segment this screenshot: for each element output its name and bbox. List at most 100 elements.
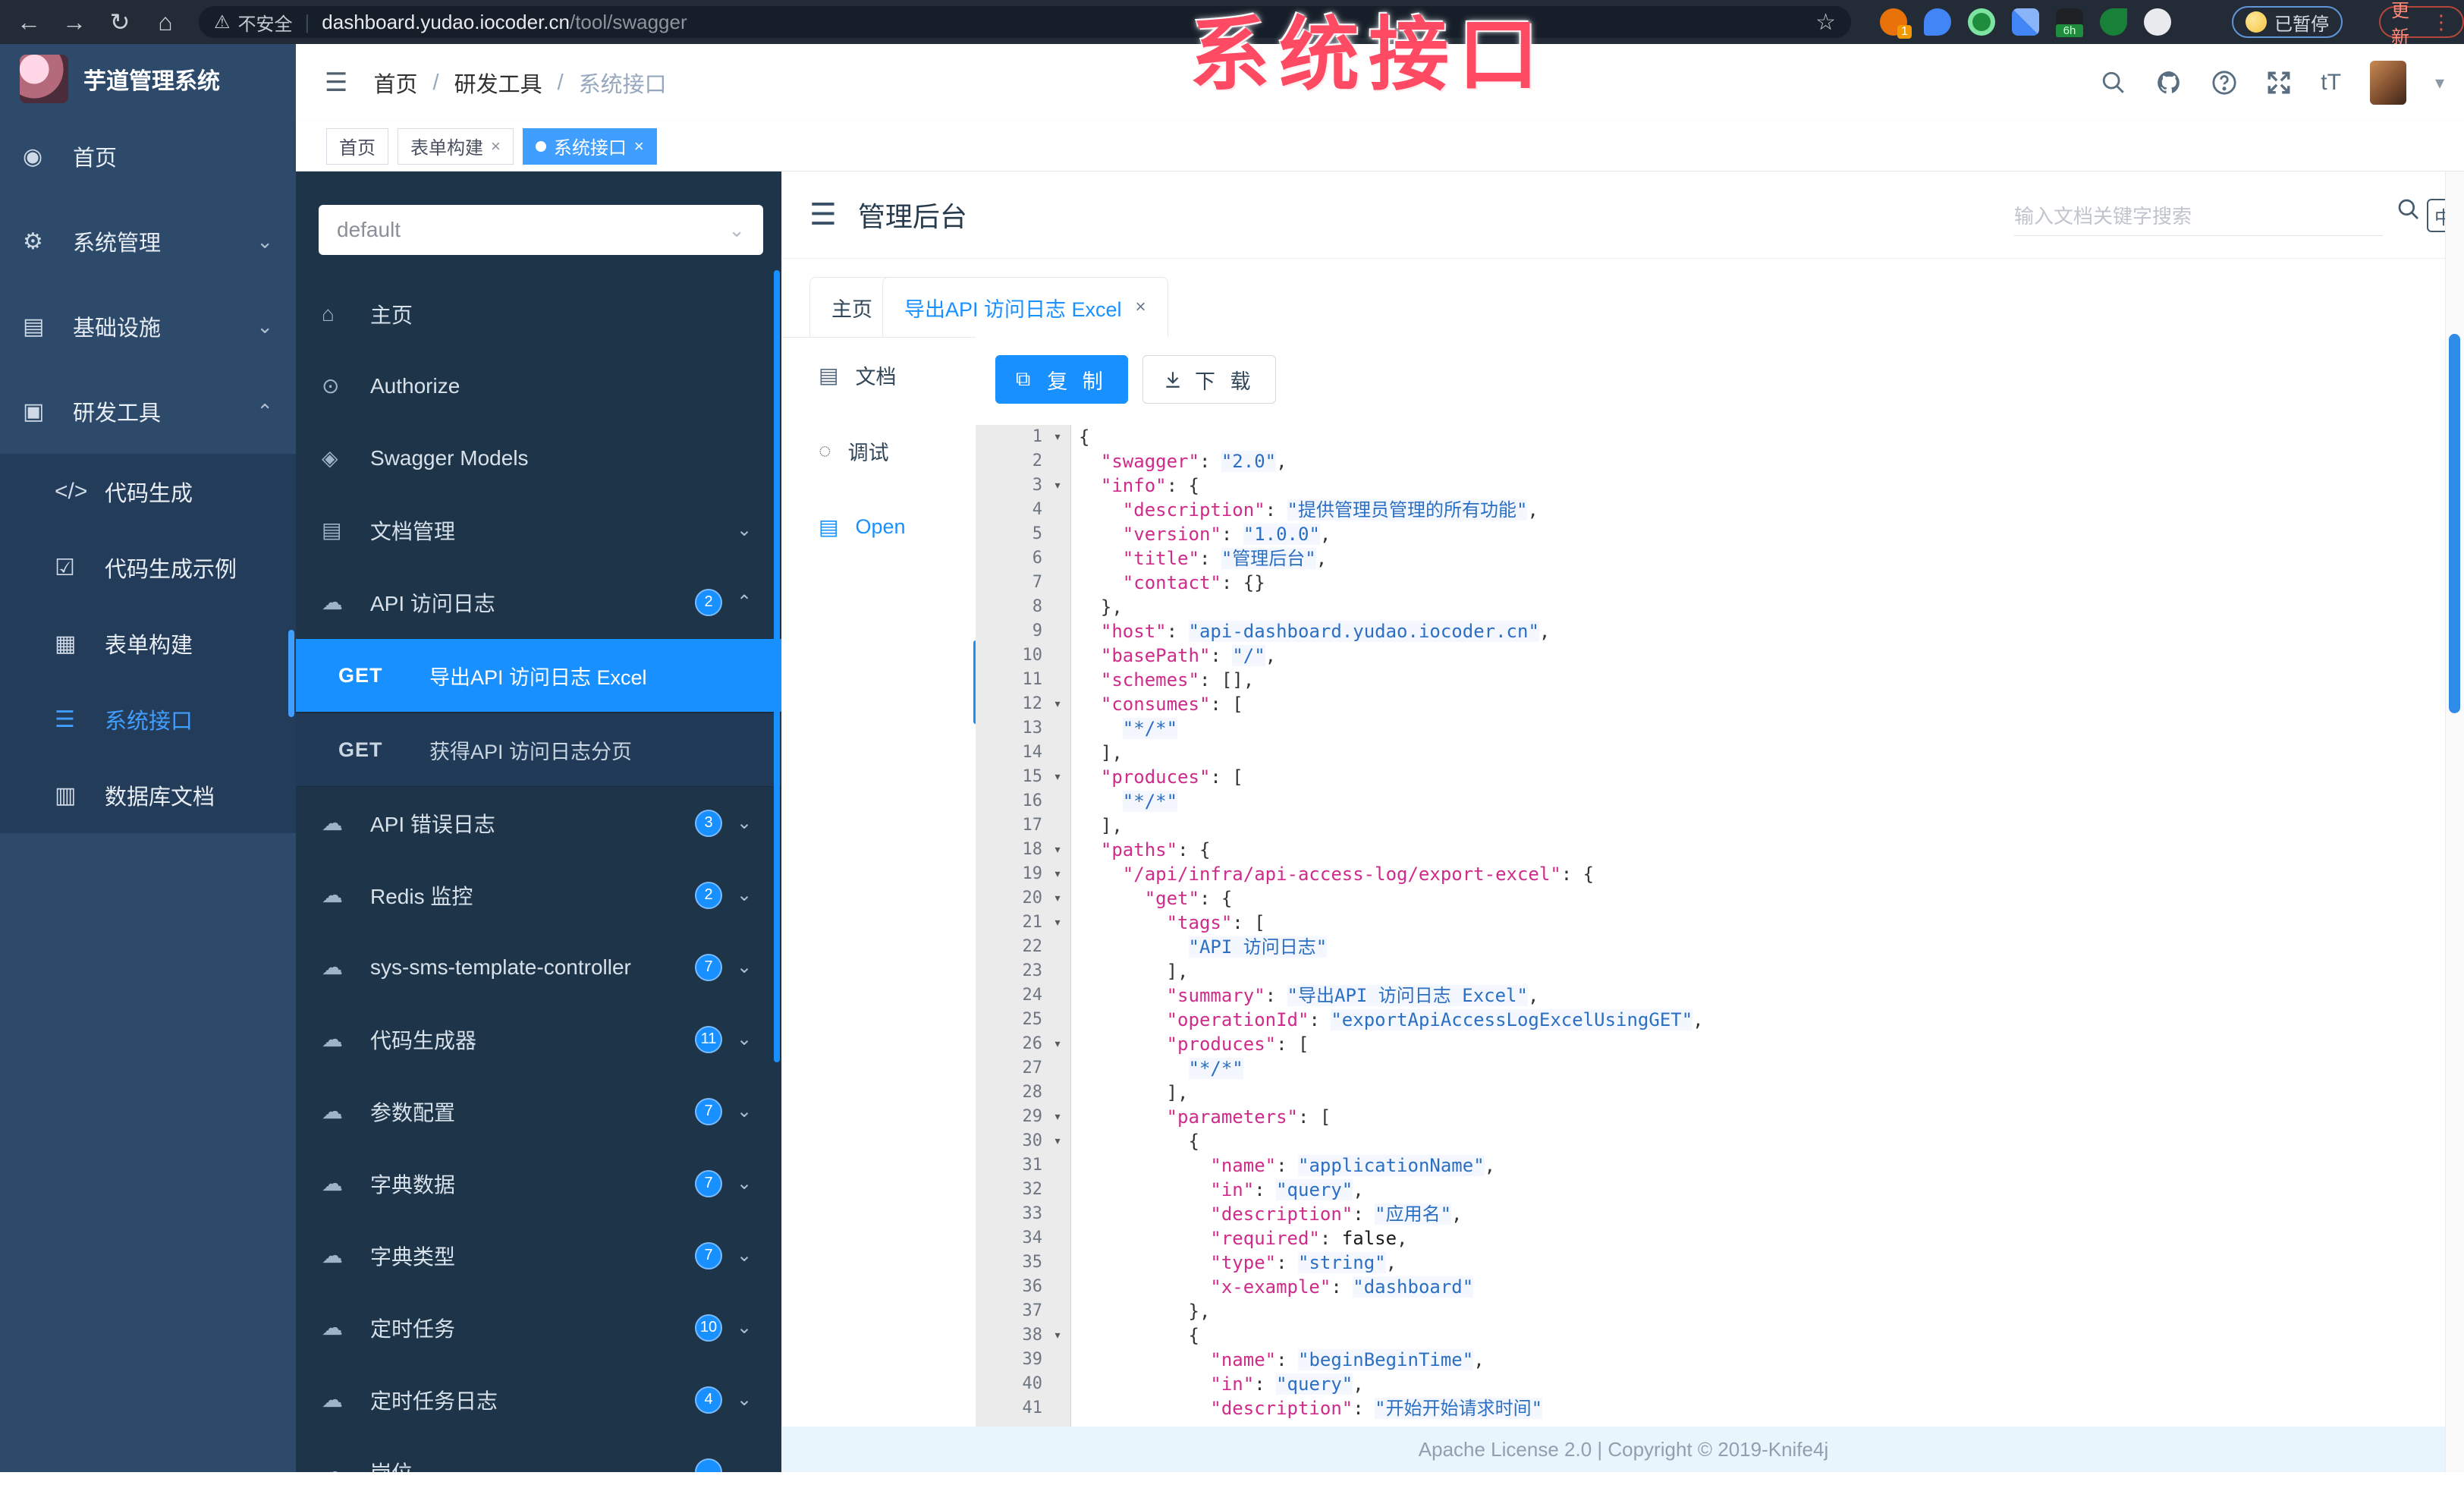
tab-export-api-log[interactable]: 导出API 访问日志 Excel × xyxy=(882,277,1168,338)
code-generate-icon: </> xyxy=(55,479,88,504)
fullscreen-icon[interactable] xyxy=(2266,70,2292,96)
operation-count-badge: 7 xyxy=(695,1097,722,1125)
code-line: 7 "contact": {} xyxy=(1032,572,1265,593)
api-menu-item-k-post[interactable]: ☁ 岗位 xyxy=(296,1436,781,1472)
breadcrumb-devtools[interactable]: 研发工具 xyxy=(454,67,542,99)
api-menu-item-k-sms-template[interactable]: ☁ sys-sms-template-controller 7 ⌄ xyxy=(296,931,781,1003)
doc-menu-open[interactable]: ▤ Open xyxy=(782,489,976,565)
api-menu-item-k-api-access-log[interactable]: ☁ API 访问日志 2 ⌃ xyxy=(296,566,781,638)
api-menu-item-k-swagger-models[interactable]: ◈ Swagger Models xyxy=(296,422,781,494)
extension-orange-icon[interactable]: 1 xyxy=(1880,8,1912,39)
breadcrumb-home[interactable]: 首页 xyxy=(373,67,417,99)
address-bar[interactable]: ⚠ 不安全 | dashboard.yudao.iocoder.cn /tool… xyxy=(199,6,1851,38)
doc-menu-doc[interactable]: ▤ 文档 xyxy=(782,337,976,413)
extension-6h-icon[interactable]: 6h xyxy=(2056,8,2083,37)
close-icon[interactable]: × xyxy=(1136,297,1146,318)
debug-icon: ◌ xyxy=(819,439,831,462)
browser-back-icon[interactable]: ← xyxy=(12,5,46,39)
sidebar-subitem-db-doc[interactable]: ▥ 数据库文档 xyxy=(0,757,296,833)
browser-update-button[interactable]: 更新 ⋮ xyxy=(2379,1,2464,48)
api-menu-label: sys-sms-template-controller xyxy=(370,955,631,979)
api-menu-item-k-home[interactable]: ⌂ 主页 xyxy=(296,278,781,350)
sidebar-item-home[interactable]: ◉ 首页 xyxy=(0,114,296,199)
code-line: 2 "swagger": "2.0", xyxy=(1032,451,1287,472)
tag-首页[interactable]: 首页 xyxy=(326,127,388,165)
doc-menu-debug[interactable]: ◌ 调试 xyxy=(782,413,976,489)
api-menu-item-k-doc-manage[interactable]: ▤ 文档管理 ⌄ xyxy=(296,494,781,566)
operation-count-badge: 11 xyxy=(695,1025,722,1053)
help-icon[interactable] xyxy=(2211,70,2237,96)
cloud-icon: ☁ xyxy=(322,1244,343,1267)
api-menu-item-k-cron-job-log[interactable]: ☁ 定时任务日志 4 ⌄ xyxy=(296,1364,781,1436)
copy-button[interactable]: ⧉ 复 制 xyxy=(995,355,1128,404)
doc-search-icon[interactable] xyxy=(2396,197,2421,225)
code-line: 33 "description": "应用名", xyxy=(1022,1203,1463,1225)
extension-6h-label: 6h xyxy=(2056,24,2083,37)
sidebar-subitem-form-build[interactable]: ▦ 表单构建 xyxy=(0,606,296,681)
app-logo[interactable]: 芋道管理系统 xyxy=(0,44,296,114)
browser-home-icon[interactable]: ⌂ xyxy=(149,5,182,39)
sidebar-scrollbar-thumb[interactable] xyxy=(288,630,294,717)
api-menu-item-k-cron-job[interactable]: ☁ 定时任务 10 ⌄ xyxy=(296,1292,781,1364)
url-domain: dashboard.yudao.iocoder.cn xyxy=(322,10,570,33)
tag-系统接口[interactable]: 系统接口 × xyxy=(522,127,657,165)
extension-pin-icon[interactable] xyxy=(1924,8,1951,36)
close-icon[interactable]: × xyxy=(634,137,644,156)
extension-plant-icon[interactable] xyxy=(2100,8,2127,36)
api-menu-item-k-redis-monitor[interactable]: ☁ Redis 监控 2 ⌄ xyxy=(296,859,781,931)
chevron-down-icon[interactable]: ▾ xyxy=(2435,72,2444,94)
profile-paused-badge[interactable]: 已暂停 xyxy=(2232,6,2343,38)
browser-reload-icon[interactable]: ↻ xyxy=(103,5,137,39)
collapse-doc-menu-icon[interactable]: ☰ xyxy=(809,197,837,232)
api-operation[interactable]: GET 导出API 访问日志 Excel xyxy=(296,638,781,713)
api-menu-item-k-dict-data[interactable]: ☁ 字典数据 7 ⌄ xyxy=(296,1147,781,1219)
extension-paw-icon[interactable] xyxy=(2144,8,2171,36)
api-doc-title: 管理后台 xyxy=(857,201,967,232)
github-icon[interactable] xyxy=(2155,69,2183,96)
page-scrollbar-thumb[interactable] xyxy=(2449,334,2460,713)
bookmark-star-icon[interactable]: ☆ xyxy=(1815,9,1836,36)
api-menu-item-k-code-generator[interactable]: ☁ 代码生成器 11 ⌄ xyxy=(296,1003,781,1075)
form-build-icon: ▦ xyxy=(55,631,77,656)
sidebar-subitem-code-generate-demo[interactable]: ☑ 代码生成示例 xyxy=(0,530,296,606)
chevron-down-icon: ⌄ xyxy=(728,218,745,241)
code-line: 9 "host": "api-dashboard.yudao.iocoder.c… xyxy=(1032,621,1551,642)
chevron-icon: ⌄ xyxy=(736,1101,753,1122)
extension-grid-icon[interactable] xyxy=(2012,8,2039,36)
infrastructure-icon: ▤ xyxy=(23,313,45,339)
swagger-json-editor[interactable]: 1 ▾{2 "swagger": "2.0", 3 ▾ "info": {4 "des… xyxy=(976,425,2447,1427)
api-sidebar-scrollbar-thumb[interactable] xyxy=(774,270,780,1062)
sidebar-item-dev-tools[interactable]: ▣ 研发工具 ⌃ xyxy=(0,369,296,454)
api-menu-item-k-authorize[interactable]: ⊙ Authorize xyxy=(296,350,781,422)
chevron-icon: ⌄ xyxy=(736,1317,753,1338)
api-operation[interactable]: GET 获得API 访问日志分页 xyxy=(296,713,781,787)
api-group-select[interactable]: default ⌄ xyxy=(319,205,763,255)
api-menu-item-k-api-error-log[interactable]: ☁ API 错误日志 3 ⌄ xyxy=(296,787,781,859)
code-line: 3 ▾ "info": { xyxy=(1032,475,1199,496)
api-menu-item-k-dict-type[interactable]: ☁ 字典类型 7 ⌄ xyxy=(296,1219,781,1292)
code-line: 41 "description": "开始开始请求时间" xyxy=(1022,1398,1543,1419)
sidebar-subitem-system-api[interactable]: ☰ 系统接口 xyxy=(0,681,296,757)
browser-forward-icon[interactable]: → xyxy=(58,5,91,39)
sidebar-subitem-code-generate[interactable]: </> 代码生成 xyxy=(0,454,296,530)
sidebar-item-infrastructure[interactable]: ▤ 基础设施 ⌄ xyxy=(0,284,296,369)
sidebar-subitem-label: 表单构建 xyxy=(105,634,193,658)
api-menu-item-k-param-config[interactable]: ☁ 参数配置 7 ⌄ xyxy=(296,1075,781,1147)
download-button[interactable]: 下 载 xyxy=(1142,355,1276,404)
operation-count-badge: 2 xyxy=(695,588,722,616)
page-scrollbar[interactable] xyxy=(2445,171,2464,1472)
security-label[interactable]: 不安全 xyxy=(238,9,293,36)
api-doc-sidebar: default ⌄ ⌂ 主页 ⊙ Authorize ◈ Swagger Mod… xyxy=(296,171,781,1472)
doc-search-input[interactable]: 输入文档关键字搜索 xyxy=(2014,194,2383,236)
tag-表单构建[interactable]: 表单构建 × xyxy=(398,127,514,165)
user-avatar[interactable] xyxy=(2369,61,2406,105)
browser-menu-icon[interactable]: ⋮ xyxy=(2431,11,2452,34)
search-icon[interactable] xyxy=(2101,70,2126,96)
extension-green-check-icon[interactable] xyxy=(1968,8,1995,36)
sidebar-item-system-manage[interactable]: ⚙ 系统管理 ⌄ xyxy=(0,199,296,284)
editor-toolbar: ⧉ 复 制 下 载 xyxy=(976,337,2447,425)
collapse-sidebar-icon[interactable]: ☰ xyxy=(325,68,347,98)
font-size-icon[interactable]: tT xyxy=(2321,70,2341,96)
api-menu-label: 字典数据 xyxy=(370,1172,456,1197)
close-icon[interactable]: × xyxy=(491,137,501,156)
